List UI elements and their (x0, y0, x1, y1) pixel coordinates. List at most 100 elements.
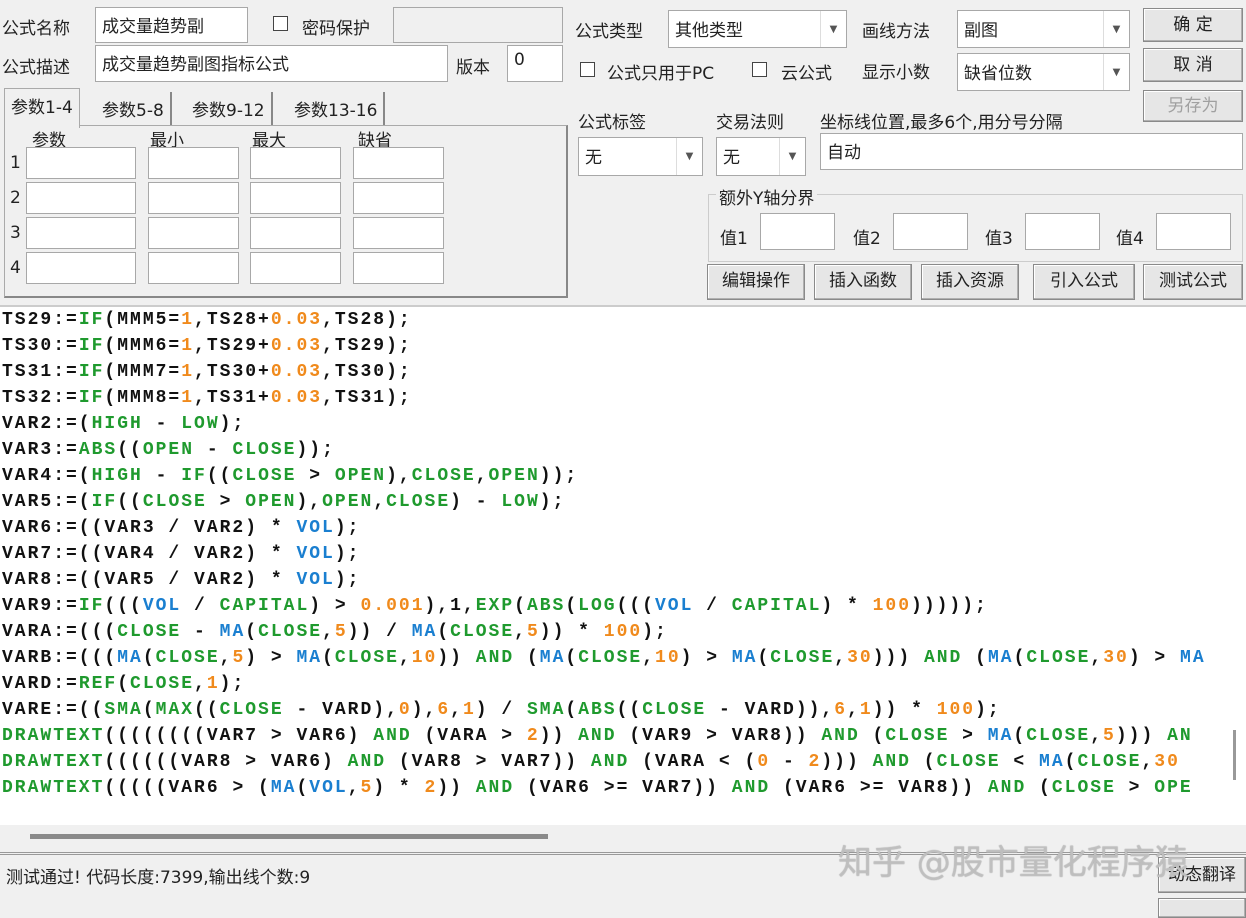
code-token: MA (219, 622, 246, 642)
insert-resource-button[interactable]: 插入资源 (921, 264, 1019, 300)
version-input[interactable]: 0 (507, 45, 563, 82)
chevron-down-icon: ▼ (676, 138, 702, 175)
code-token: LOW (181, 414, 220, 434)
password-checkbox[interactable] (273, 16, 288, 31)
param-field-min[interactable] (148, 147, 239, 179)
y-value-input[interactable] (760, 213, 835, 250)
import-formula-button[interactable]: 引入公式 (1033, 264, 1135, 300)
param-field-default[interactable] (353, 252, 444, 284)
code-token: AND (872, 752, 911, 772)
password-input[interactable] (393, 7, 563, 43)
code-token: ABS (78, 440, 118, 460)
code-token: ); (975, 700, 1001, 720)
code-token: ); (334, 518, 361, 538)
code-token: ,TS29+ (194, 336, 271, 356)
vertical-scrollbar-thumb[interactable] (1233, 730, 1236, 780)
code-token: - VARD)), (706, 700, 835, 720)
code-token: AND (347, 752, 387, 772)
test-formula-button[interactable]: 测试公式 (1143, 264, 1243, 300)
pc-only-checkbox[interactable] (580, 62, 595, 77)
code-token: IF (181, 466, 207, 486)
extra-button[interactable] (1158, 898, 1246, 918)
param-field-max[interactable] (250, 182, 341, 214)
y-value-input[interactable] (1025, 213, 1100, 250)
formula-desc-input[interactable]: 成交量趋势副图指标公式 (95, 45, 448, 82)
code-token: ( (245, 622, 259, 642)
code-token: ); (334, 544, 361, 564)
param-field-max[interactable] (250, 252, 341, 284)
code-token: MA (987, 726, 1014, 746)
tab-params-5-8[interactable]: 参数5-8 (96, 92, 172, 126)
code-token: 100 (872, 596, 912, 616)
tab-params-9-12[interactable]: 参数9-12 (186, 92, 273, 126)
code-token: AND (731, 778, 771, 798)
code-token: 30 (1103, 648, 1129, 668)
trade-rule-select[interactable]: 无 ▼ (716, 137, 806, 176)
code-token: 0.03 (270, 310, 323, 330)
formula-type-label: 公式类型 (575, 22, 643, 42)
watermark: 知乎 @股市量化程序猿 (838, 843, 1189, 883)
code-line: VARE:=((SMA(MAX((CLOSE - VARD),0),6,1) /… (0, 697, 1246, 723)
ok-button[interactable]: 确 定 (1143, 8, 1243, 42)
code-line: VAR3:=ABS((OPEN - CLOSE)); (0, 437, 1246, 463)
param-field-name[interactable] (26, 147, 136, 179)
edit-button[interactable]: 编辑操作 (707, 264, 805, 300)
insert-function-button[interactable]: 插入函数 (814, 264, 912, 300)
code-token: , (1141, 752, 1155, 772)
draw-method-select[interactable]: 副图 ▼ (957, 10, 1130, 48)
param-field-name[interactable] (26, 217, 136, 249)
y-value-input[interactable] (1156, 213, 1231, 250)
param-field-default[interactable] (353, 182, 444, 214)
code-line: VAR9:=IF(((VOL / CAPITAL) > 0.001),1,EXP… (0, 593, 1246, 619)
param-field-min[interactable] (148, 182, 239, 214)
tag-select[interactable]: 无 ▼ (578, 137, 703, 176)
code-token: (VARA < ( (629, 752, 758, 772)
code-token: )); (539, 466, 579, 486)
code-token: CLOSE (219, 700, 284, 720)
param-field-max[interactable] (250, 217, 341, 249)
axis-input[interactable]: 自动 (820, 133, 1243, 170)
tab-params-1-4[interactable]: 参数1-4 (4, 88, 80, 128)
horizontal-scrollbar-thumb[interactable] (30, 834, 548, 839)
code-token: IF (78, 310, 105, 330)
formula-name-label: 公式名称 (2, 19, 70, 39)
code-token: / (693, 596, 732, 616)
code-token: ( (142, 700, 156, 720)
param-field-max[interactable] (250, 147, 341, 179)
param-field-name[interactable] (26, 252, 136, 284)
code-token: ((((((((VAR7 > VAR6) (104, 726, 374, 746)
code-editor[interactable]: TS29:=IF(MMM5=1,TS28+0.03,TS28); TS30:=IF… (0, 305, 1246, 825)
formula-type-select[interactable]: 其他类型 ▼ (668, 10, 847, 48)
code-token: ,TS31+ (194, 388, 271, 408)
param-field-default[interactable] (353, 217, 444, 249)
code-token: DRAWTEXT (2, 778, 105, 798)
code-line: DRAWTEXT(((((VAR6 > (MA(VOL,5) * 2)) AND… (0, 775, 1246, 801)
tab-params-13-16[interactable]: 参数13-16 (288, 92, 386, 126)
decimal-label: 显示小数 (862, 63, 930, 83)
param-field-default[interactable] (353, 147, 444, 179)
code-token: CLOSE (386, 492, 451, 512)
code-token: - (770, 752, 809, 772)
y-value-label: 值1 (720, 229, 748, 249)
param-field-min[interactable] (148, 252, 239, 284)
param-field-name[interactable] (26, 182, 136, 214)
code-token: )) (437, 778, 476, 798)
code-token: AND (821, 726, 860, 746)
code-token: 0 (757, 752, 771, 772)
formula-name-input[interactable]: 成交量趋势副 (95, 7, 248, 43)
code-line: TS32:=IF(MMM8=1,TS31+0.03,TS31); (0, 385, 1246, 411)
cloud-checkbox[interactable] (752, 62, 767, 77)
code-line: TS29:=IF(MMM5=1,TS28+0.03,TS28); (0, 307, 1246, 333)
cancel-button[interactable]: 取 消 (1143, 48, 1243, 82)
code-token: MA (987, 648, 1014, 668)
y-value-input[interactable] (893, 213, 968, 250)
code-token: ); (334, 570, 361, 590)
code-token: TS31:= (2, 362, 79, 382)
save-as-button[interactable]: 另存为 (1143, 90, 1243, 122)
param-field-min[interactable] (148, 217, 239, 249)
code-token: ))) (1115, 726, 1168, 746)
code-token: , (475, 466, 489, 486)
decimal-select[interactable]: 缺省位数 ▼ (957, 53, 1130, 91)
code-token: 2 (424, 778, 438, 798)
cloud-label: 云公式 (781, 64, 832, 84)
